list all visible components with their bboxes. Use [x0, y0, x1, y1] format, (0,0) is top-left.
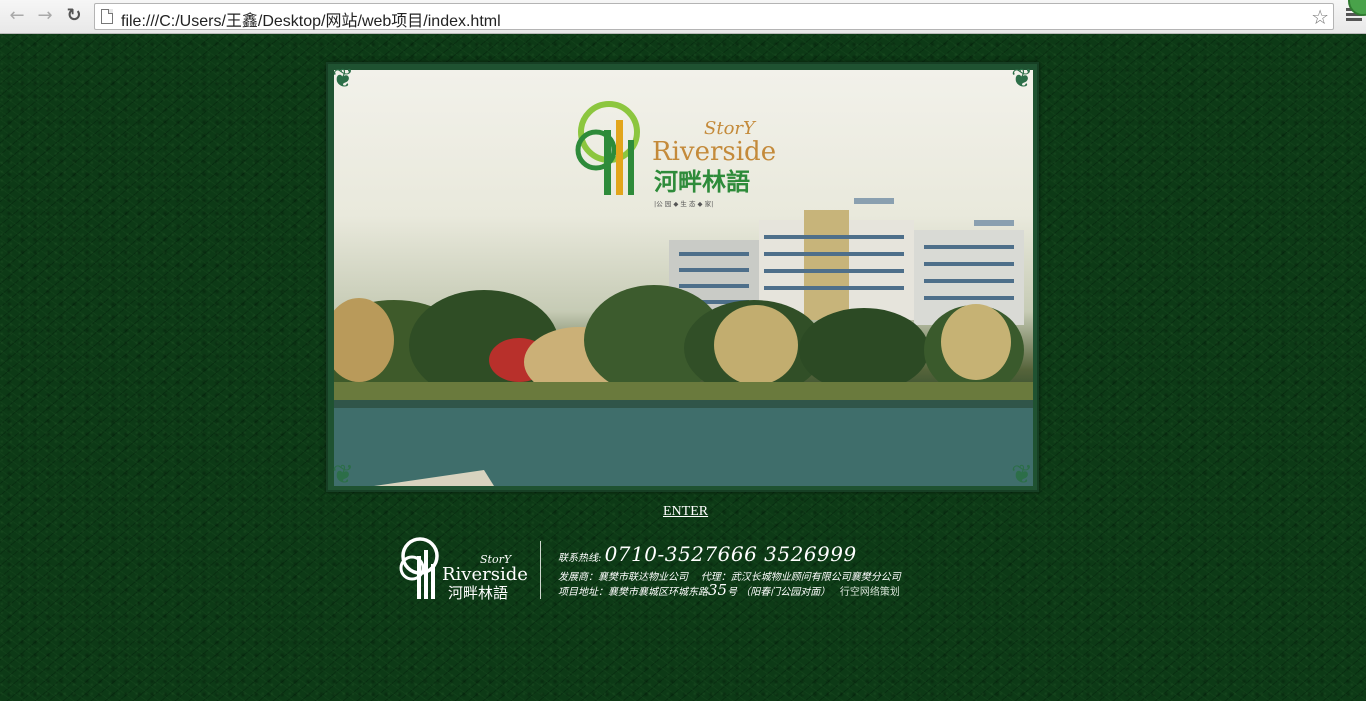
lake	[334, 400, 1033, 486]
back-arrow-icon[interactable]: ←	[6, 5, 28, 27]
footer-hotline: 联系热线: 0710-3527666 3526999	[558, 542, 857, 566]
footer-logo-cn: 河畔林語	[448, 584, 508, 602]
hotline-label: 联系热线:	[558, 553, 602, 564]
footer-divider	[540, 541, 541, 599]
corner-ornament-icon: ❦	[332, 64, 354, 94]
footer-logo-brand: Riverside	[442, 564, 528, 585]
riverside-logo: StorY Riverside 河畔林語 |公 园 ◆ 生 态 ◆ 家|	[575, 101, 776, 208]
hotline-number: 0710-3527666 3526999	[604, 542, 857, 566]
hero-logo-tagline: |公 园 ◆ 生 态 ◆ 家|	[654, 199, 713, 208]
hero-logo-cn: 河畔林語	[654, 168, 750, 196]
hero-logo-brand: Riverside	[652, 137, 776, 167]
address-label: 项目地址：襄樊市襄城区环城东路	[558, 587, 708, 598]
star-icon[interactable]: ☆	[1311, 5, 1329, 29]
footer-logo: StorY Riverside 河畔林語	[399, 537, 528, 602]
corner-ornament-icon: ❦	[332, 460, 354, 490]
reload-icon[interactable]: ↻	[63, 5, 85, 27]
forward-arrow-icon[interactable]: →	[34, 5, 56, 27]
hero-frame: StorY Riverside 河畔林語 |公 园 ◆ 生 态 ◆ 家| ❦ ❦…	[326, 62, 1039, 492]
browser-toolbar: ← → ↻ file:///C:/Users/王鑫/Desktop/网站/web…	[0, 0, 1366, 34]
address-suffix: 号 （阳春门公园对面）	[727, 587, 831, 598]
corner-ornament-icon: ❦	[1011, 460, 1033, 490]
footer-address-line: 项目地址：襄樊市襄城区环城东路35号 （阳春门公园对面） 行空网络策划	[558, 581, 900, 599]
address-number: 35	[708, 581, 728, 599]
corner-ornament-icon: ❦	[1011, 64, 1033, 94]
page-background: StorY Riverside 河畔林語 |公 园 ◆ 生 态 ◆ 家| ❦ ❦…	[0, 34, 1366, 701]
credit-text: 行空网络策划	[839, 587, 900, 598]
footer: StorY Riverside 河畔林語 联系热线: 0710-3527666 …	[398, 534, 978, 604]
hero-image: StorY Riverside 河畔林語 |公 园 ◆ 生 态 ◆ 家|	[334, 70, 1033, 486]
hero-logo-story: StorY	[704, 118, 757, 139]
address-bar[interactable]: file:///C:/Users/王鑫/Desktop/网站/web项目/ind…	[94, 3, 1334, 30]
enter-link[interactable]: ENTER	[663, 504, 708, 520]
address-url[interactable]: file:///C:/Users/王鑫/Desktop/网站/web项目/ind…	[121, 7, 501, 31]
page-icon	[101, 9, 113, 24]
